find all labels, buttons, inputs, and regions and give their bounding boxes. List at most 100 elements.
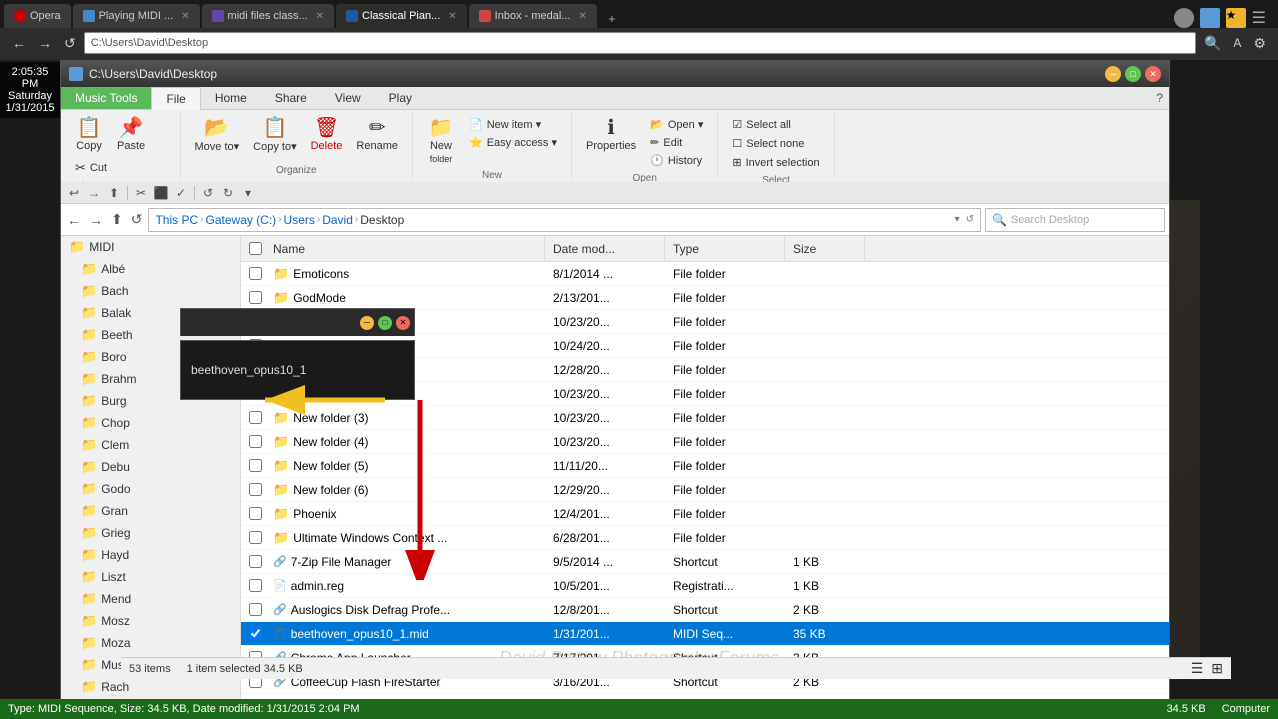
popup-close[interactable]: ✕ xyxy=(396,316,410,330)
maximize-button[interactable]: □ xyxy=(1125,66,1141,82)
addr-refresh[interactable]: ↺ xyxy=(129,209,145,230)
ribbon-tab-music-tools[interactable]: Music Tools xyxy=(61,87,151,109)
file-row-godmode[interactable]: 📁GodMode 2/13/201... File folder xyxy=(241,286,1169,310)
back-button[interactable]: ← xyxy=(8,33,30,53)
breadcrumb-thispc[interactable]: This PC xyxy=(155,213,198,227)
delete-button[interactable]: 🗑 Delete xyxy=(305,116,349,154)
tab-close-midi[interactable]: ✕ xyxy=(181,11,189,22)
rename-button[interactable]: ✏ Rename xyxy=(350,116,404,154)
address-bar[interactable]: C:\Users\David\Desktop xyxy=(84,32,1196,54)
browser-tab-midi[interactable]: Playing MIDI ... ✕ xyxy=(73,4,200,28)
ribbon-tab-home[interactable]: Home xyxy=(201,87,261,109)
view-details-icon[interactable]: ☰ xyxy=(1191,660,1204,677)
open-button[interactable]: 📂 Open ▾ xyxy=(644,116,709,133)
browser-tab-opera[interactable]: Opera xyxy=(4,4,71,28)
sidebar-item-clem[interactable]: 📁 Clem xyxy=(61,434,240,456)
sidebar-item-grieg[interactable]: 📁 Grieg xyxy=(61,522,240,544)
breadcrumb-desktop[interactable]: Desktop xyxy=(360,213,404,227)
browser-tab-inbox[interactable]: Inbox - medal... ✕ xyxy=(469,4,597,28)
sidebar-item-debu[interactable]: 📁 Debu xyxy=(61,456,240,478)
history-button[interactable]: 🕐 History xyxy=(644,152,709,169)
sidebar-item-midi[interactable]: 📁 MIDI xyxy=(61,236,240,258)
ribbon-tab-file[interactable]: File xyxy=(151,87,200,110)
qa-forward[interactable]: → xyxy=(85,184,103,202)
cut-button[interactable]: ✂ Cut xyxy=(69,158,172,178)
sidebar-item-godo[interactable]: 📁 Godo xyxy=(61,478,240,500)
popup-minimize[interactable]: ─ xyxy=(360,316,374,330)
addr-up[interactable]: ⬆ xyxy=(109,209,125,230)
popup-maximize[interactable]: □ xyxy=(378,316,392,330)
sidebar-item-mosz[interactable]: 📁 Mosz xyxy=(61,610,240,632)
close-button[interactable]: ✕ xyxy=(1145,66,1161,82)
menu-icon[interactable]: ☰ xyxy=(1252,8,1266,28)
tab-close-inbox[interactable]: ✕ xyxy=(579,11,587,22)
browser-tab-midifiles[interactable]: midi files class... ✕ xyxy=(202,4,334,28)
new-folder-button[interactable]: 📁 New folder xyxy=(421,116,461,166)
qa-cut[interactable]: ✂ xyxy=(132,184,150,202)
breadcrumb[interactable]: This PC › Gateway (C:) › Users › David ›… xyxy=(148,208,981,232)
ribbon-help-icon[interactable]: ? xyxy=(1156,91,1163,105)
sidebar-item-mend[interactable]: 📁 Mend xyxy=(61,588,240,610)
view-icons-icon[interactable]: ⊞ xyxy=(1211,660,1223,677)
select-all-checkbox[interactable] xyxy=(249,242,262,255)
checkbox-adminreg[interactable] xyxy=(249,579,262,592)
breadcrumb-users[interactable]: Users xyxy=(284,213,315,227)
checkbox-emoticons[interactable] xyxy=(249,267,262,280)
settings-nav-icon[interactable]: ⚙ xyxy=(1249,33,1270,54)
ribbon-tab-view[interactable]: View xyxy=(321,87,375,109)
file-row-emoticons[interactable]: 📁Emoticons 8/1/2014 ... File folder xyxy=(241,262,1169,286)
copy-to-button[interactable]: 📋 Copy to▾ xyxy=(247,116,302,155)
tab-close-midifiles[interactable]: ✕ xyxy=(316,11,324,22)
checkbox-auslogics[interactable] xyxy=(249,603,262,616)
checkbox-beethoven[interactable] xyxy=(249,627,262,640)
search-nav-button[interactable]: 🔍 xyxy=(1200,33,1225,54)
sidebar-item-gran[interactable]: 📁 Gran xyxy=(61,500,240,522)
easy-access-button[interactable]: ⭐ Easy access ▾ xyxy=(463,134,563,151)
sidebar-item-rach[interactable]: 📁 Rach xyxy=(61,676,240,698)
edit-button[interactable]: ✏ Edit xyxy=(644,134,709,151)
header-type[interactable]: Type xyxy=(665,236,785,261)
breadcrumb-drive[interactable]: Gateway (C:) xyxy=(206,213,277,227)
new-tab-button[interactable]: + xyxy=(603,10,621,28)
checkbox-uwc[interactable] xyxy=(249,531,262,544)
sidebar-item-hayd[interactable]: 📁 Hayd xyxy=(61,544,240,566)
header-name[interactable]: Name xyxy=(265,236,545,261)
checkbox-newfolder4[interactable] xyxy=(249,435,262,448)
breadcrumb-david[interactable]: David xyxy=(322,213,353,227)
qa-redo[interactable]: ↻ xyxy=(219,184,237,202)
new-item-button[interactable]: 📄 New item ▾ xyxy=(463,116,563,133)
qa-copy[interactable]: ⬛ xyxy=(152,184,170,202)
paste-button-large[interactable]: 📌 Paste xyxy=(111,116,151,154)
header-checkbox[interactable] xyxy=(241,236,265,261)
sidebar-item-chop[interactable]: 📁 Chop xyxy=(61,412,240,434)
browser-tab-classical[interactable]: Classical Pian... ✕ xyxy=(336,4,467,28)
amazon-icon[interactable]: A xyxy=(1229,34,1245,52)
move-to-button[interactable]: 📂 Move to▾ xyxy=(189,116,246,155)
qa-up[interactable]: ⬆ xyxy=(105,184,123,202)
breadcrumb-dropdown[interactable]: ▾ xyxy=(955,214,960,225)
breadcrumb-refresh[interactable]: ↺ xyxy=(966,214,974,225)
sidebar-item-bach[interactable]: 📁 Bach xyxy=(61,280,240,302)
checkbox-godmode[interactable] xyxy=(249,291,262,304)
ribbon-tab-share[interactable]: Share xyxy=(261,87,321,109)
sidebar-item-moza[interactable]: 📁 Moza xyxy=(61,632,240,654)
invert-selection-button[interactable]: ⊞ Invert selection xyxy=(726,154,825,171)
file-row-auslogics[interactable]: 🔗Auslogics Disk Defrag Profe... 12/8/201… xyxy=(241,598,1169,622)
qa-dropdown[interactable]: ▾ xyxy=(239,184,257,202)
select-all-button[interactable]: ☑ Select all xyxy=(726,116,825,133)
forward-button[interactable]: → xyxy=(34,33,56,53)
checkbox-phoenix[interactable] xyxy=(249,507,262,520)
sync-icon[interactable] xyxy=(1200,8,1220,28)
copy-button-large[interactable]: 📋 Copy xyxy=(69,116,109,154)
checkbox-newfolder5[interactable] xyxy=(249,459,262,472)
search-box[interactable]: 🔍 Search Desktop xyxy=(985,208,1165,232)
checkbox-newfolder6[interactable] xyxy=(249,483,262,496)
addr-forward[interactable]: → xyxy=(87,210,105,230)
header-size[interactable]: Size xyxy=(785,236,865,261)
header-date[interactable]: Date mod... xyxy=(545,236,665,261)
sidebar-item-albe[interactable]: 📁 Albé xyxy=(61,258,240,280)
select-none-button[interactable]: ☐ Select none xyxy=(726,135,825,152)
refresh-button[interactable]: ↺ xyxy=(60,33,80,54)
tab-close-classical[interactable]: ✕ xyxy=(448,11,456,22)
qa-back[interactable]: ↩ xyxy=(65,184,83,202)
